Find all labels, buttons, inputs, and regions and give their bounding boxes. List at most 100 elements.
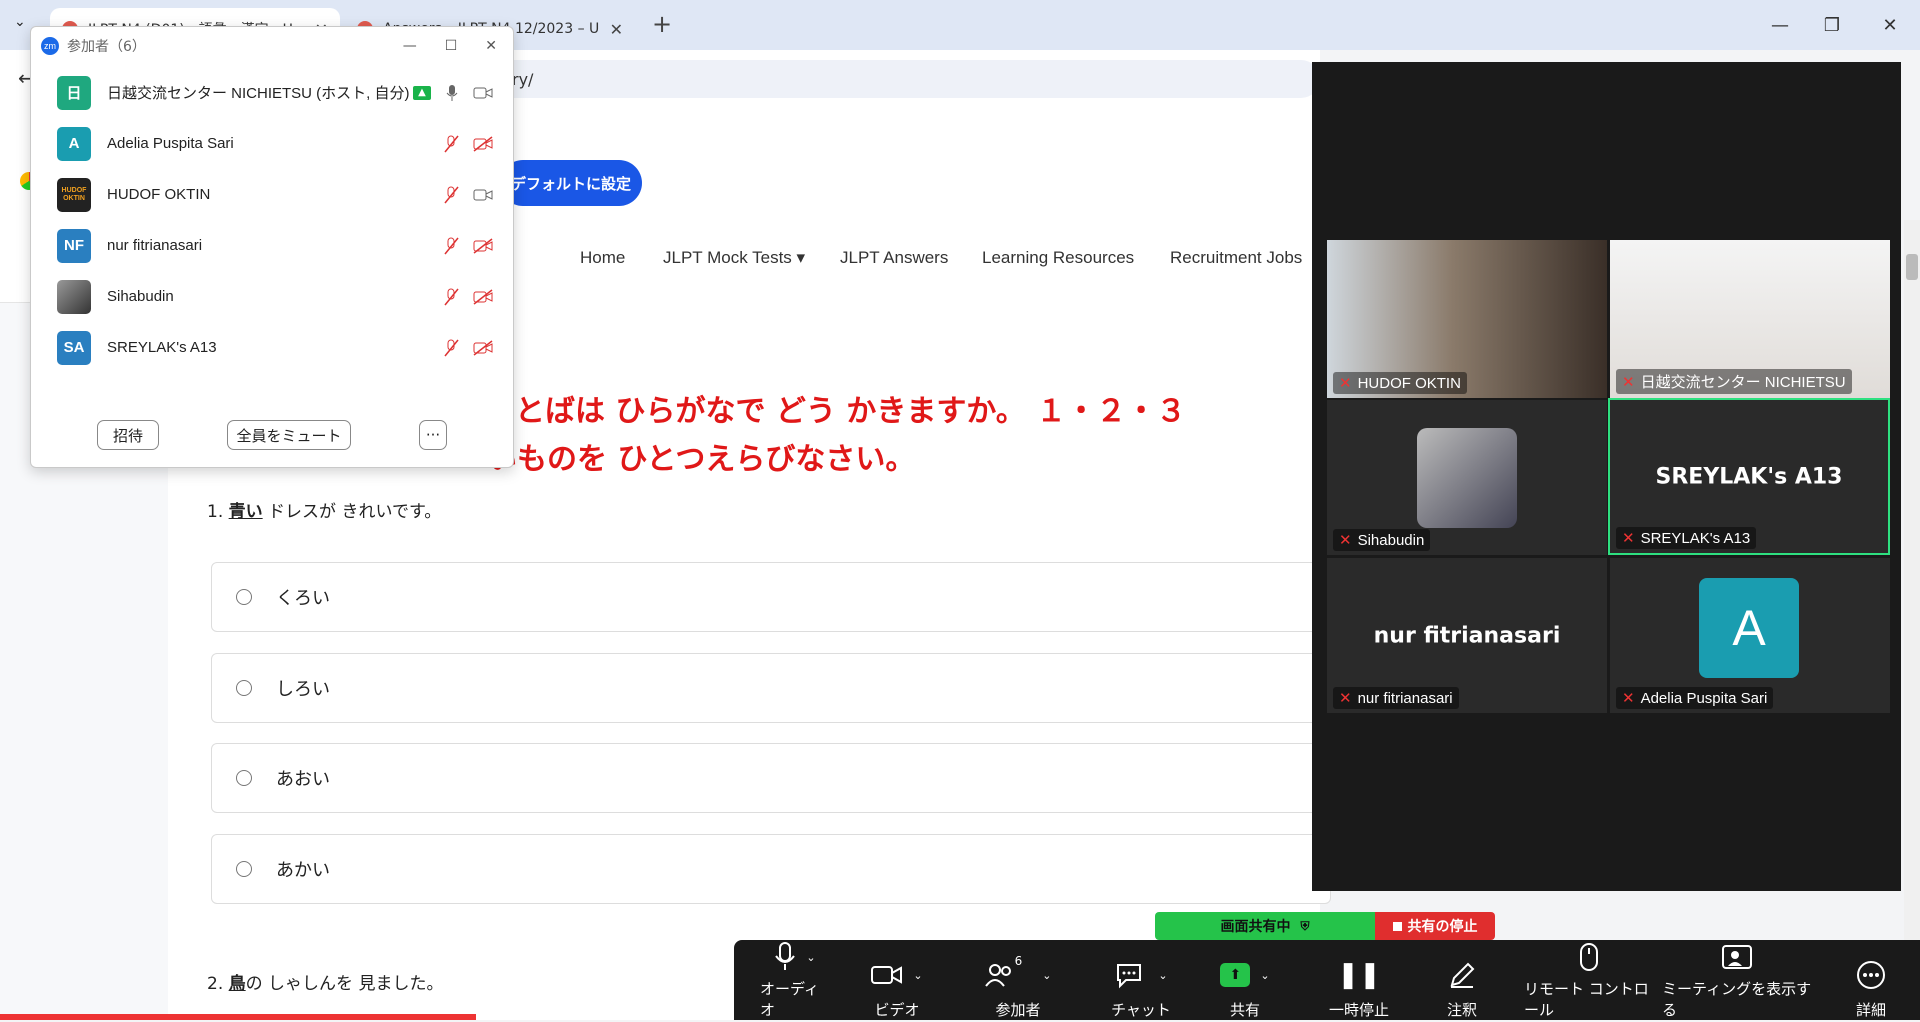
tile-label: ✕ SREYLAK's A13 <box>1616 527 1757 549</box>
chat-button[interactable]: ⌄ チャット <box>1106 940 1176 1022</box>
mic-icon[interactable] <box>445 84 459 102</box>
mic-muted-icon[interactable] <box>443 288 459 306</box>
show-meeting-button[interactable]: ミーティングを表示する <box>1662 940 1812 1022</box>
mouse-icon <box>1580 943 1598 971</box>
more-button[interactable]: 詳細 <box>1846 940 1896 1022</box>
nav-home[interactable]: Home <box>580 248 625 268</box>
mute-all-button[interactable]: 全員をミュート <box>227 420 351 450</box>
audio-label: オーディオ <box>760 980 819 1019</box>
chat-icon <box>1117 964 1142 989</box>
pause-button[interactable]: ❚❚ 一時停止 <box>1324 940 1394 1022</box>
choice-option[interactable]: くろい <box>211 562 1331 632</box>
participant-row[interactable]: SA SREYLAK's A13 <box>31 322 511 373</box>
close-icon[interactable]: ✕ <box>485 38 497 54</box>
choice-label: あかい <box>276 860 330 881</box>
radio-icon[interactable] <box>236 680 252 696</box>
video-tile[interactable]: A ✕ Adelia Puspita Sari <box>1610 558 1890 713</box>
participant-row[interactable]: NF nur fitrianasari <box>31 220 511 271</box>
video-tile[interactable]: ✕ 日越交流センター NICHIETSU <box>1610 240 1890 398</box>
annotate-button[interactable]: 注釈 <box>1432 940 1492 1022</box>
stop-share-label: 共有の停止 <box>1407 919 1478 935</box>
video-camera-icon <box>871 966 903 984</box>
remote-control-label: リモート コントロール <box>1524 980 1649 1019</box>
tile-name: SREYLAK's A13 <box>1640 529 1751 547</box>
participant-name: Adelia Puspita Sari <box>107 135 234 152</box>
share-arrow-icon: ⬆ <box>1220 963 1251 987</box>
mic-muted-icon: ✕ <box>1622 373 1635 391</box>
instruction-line-1: のことばは ひらがなで どう かきますか。 １・２・３ <box>455 394 1187 429</box>
video-tile[interactable]: nur fitrianasari ✕ nur fitrianasari <box>1327 558 1607 713</box>
video-icon[interactable] <box>473 188 493 202</box>
video-off-icon[interactable] <box>473 288 493 305</box>
minimize-icon[interactable]: — <box>403 38 417 54</box>
avatar: NF <box>57 228 91 263</box>
radio-icon[interactable] <box>236 770 252 786</box>
choice-option[interactable]: しろい <box>211 653 1331 723</box>
pause-icon: ❚❚ <box>1337 960 1381 990</box>
remote-control-button[interactable]: リモート コントロール <box>1524 940 1654 1022</box>
mic-muted-icon[interactable] <box>443 237 459 255</box>
video-off-icon[interactable] <box>473 135 493 152</box>
video-tile-active-speaker[interactable]: SREYLAK's A13 ✕ SREYLAK's A13 <box>1608 398 1890 555</box>
participants-panel: zm 参加者（6） — ☐ ✕ 日 日越交流センター NICHIETSU (ホス… <box>30 26 514 468</box>
mic-muted-icon[interactable] <box>443 186 459 204</box>
nav-mock-tests[interactable]: JLPT Mock Tests ▾ <box>663 248 805 268</box>
maximize-icon[interactable]: ☐ <box>445 38 458 54</box>
participant-row[interactable]: A Adelia Puspita Sari <box>31 118 511 169</box>
choice-label: しろい <box>276 679 330 700</box>
mic-muted-icon[interactable] <box>443 339 459 357</box>
stop-share-button[interactable]: 共有の停止 <box>1375 912 1495 940</box>
underlined-word: 青い <box>228 502 263 522</box>
meeting-window-icon <box>1722 945 1752 969</box>
tile-name: Sihabudin <box>1357 531 1425 549</box>
invite-button[interactable]: 招待 <box>97 420 159 450</box>
mic-muted-icon[interactable] <box>443 135 459 153</box>
share-screen-icon: ▲ <box>413 85 431 100</box>
minimize-button[interactable]: — <box>1760 10 1800 40</box>
close-tab-icon[interactable]: ✕ <box>602 20 623 39</box>
close-window-button[interactable]: ✕ <box>1870 10 1910 40</box>
video-off-icon[interactable] <box>473 339 493 356</box>
tile-label: ✕ 日越交流センター NICHIETSU <box>1616 369 1852 394</box>
more-options-button[interactable]: ··· <box>419 420 447 450</box>
video-icon[interactable] <box>473 86 493 100</box>
choice-option[interactable]: あおい <box>211 743 1331 813</box>
nav-recruitment-jobs[interactable]: Recruitment Jobs <box>1170 248 1302 268</box>
share-label: 共有 <box>1229 1001 1260 1019</box>
scrollbar-thumb[interactable] <box>1906 254 1918 280</box>
video-button[interactable]: ⌄ ビデオ <box>862 940 932 1022</box>
tile-label: ✕ Sihabudin <box>1333 529 1431 551</box>
participant-row[interactable]: 日 日越交流センター NICHIETSU (ホスト, 自分) ▲ <box>31 67 511 118</box>
underlined-word: 鳥 <box>228 974 246 994</box>
scrollbar[interactable] <box>1904 220 1920 1020</box>
question-number: 2. <box>207 974 224 994</box>
question-2: 2. 鳥の しゃしんを 見ました。 <box>207 969 443 994</box>
shield-icon: ⛨ <box>1300 918 1310 933</box>
participant-row[interactable]: HUDOF OKTIN HUDOF OKTIN <box>31 169 511 220</box>
radio-icon[interactable] <box>236 589 252 605</box>
nav-learning-resources[interactable]: Learning Resources <box>982 248 1134 268</box>
new-tab-button[interactable]: + <box>652 10 672 38</box>
radio-icon[interactable] <box>236 861 252 877</box>
choice-option[interactable]: あかい <box>211 834 1331 904</box>
mic-muted-icon: ✕ <box>1622 690 1635 707</box>
tile-name: nur fitrianasari <box>1357 689 1453 707</box>
participant-row[interactable]: Sihabudin <box>31 271 511 322</box>
audio-button[interactable]: ⌄ オーディオ <box>760 940 830 1022</box>
question-text: ドレスが きれいです。 <box>262 502 442 522</box>
url-input[interactable]: ry/ <box>400 60 1320 98</box>
share-button[interactable]: ⬆ ⌄ 共有 <box>1210 940 1280 1022</box>
tile-name: HUDOF OKTIN <box>1357 374 1461 392</box>
set-default-button[interactable]: デフォルトに設定 <box>500 160 642 206</box>
participants-button[interactable]: 6 ⌄ 参加者 <box>978 940 1058 1022</box>
avatar <box>57 279 91 314</box>
tile-label: ✕ HUDOF OKTIN <box>1333 372 1467 394</box>
video-off-icon[interactable] <box>473 237 493 254</box>
avatar: 日 <box>57 75 91 110</box>
nav-answers[interactable]: JLPT Answers <box>840 248 948 268</box>
video-tile[interactable]: ✕ Sihabudin <box>1327 400 1607 555</box>
tab-list-icon[interactable]: ⌄ <box>14 14 26 30</box>
restore-button[interactable]: ❐ <box>1812 10 1852 40</box>
mic-muted-icon: ✕ <box>1339 375 1352 392</box>
video-tile[interactable]: ✕ HUDOF OKTIN <box>1327 240 1607 398</box>
